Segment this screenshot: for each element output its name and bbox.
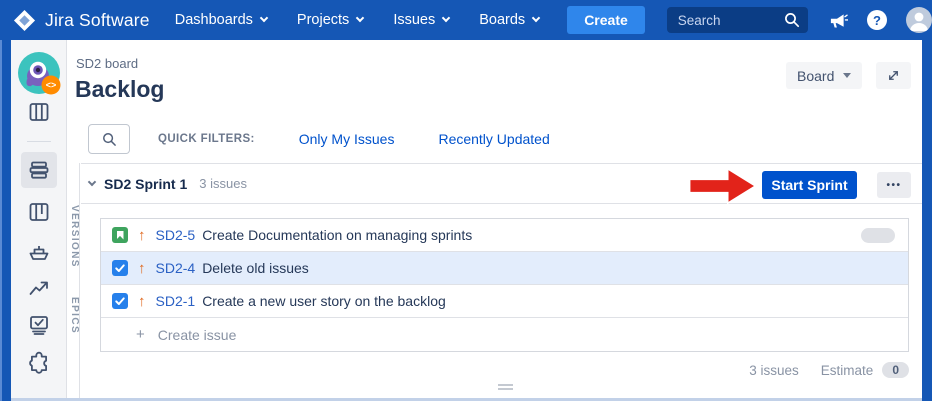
svg-text:<>: <> xyxy=(46,80,57,90)
page-title: Backlog xyxy=(75,76,165,102)
jira-logo[interactable]: Jira Software xyxy=(13,9,150,32)
chevron-down-icon xyxy=(531,13,541,23)
navbar-right-icons: ? xyxy=(829,7,932,33)
resize-handle[interactable] xyxy=(498,384,513,392)
collapse-chevron-icon[interactable] xyxy=(87,177,97,186)
checkbox-checked-icon[interactable] xyxy=(112,293,128,309)
side-rail: VERSIONS EPICS xyxy=(68,163,80,398)
board-dropdown-label: Board xyxy=(797,67,835,84)
nav-item-projects[interactable]: Projects xyxy=(296,12,365,28)
top-navbar: Jira Software Dashboards Projects Issues… xyxy=(0,0,932,40)
breadcrumb[interactable]: SD2 board xyxy=(76,56,138,71)
issue-row[interactable]: ↑ SD2-1 Create a new user story on the bac… xyxy=(101,285,908,318)
chevron-down-icon xyxy=(259,13,269,23)
window-frame-right xyxy=(922,40,932,401)
help-icon[interactable]: ? xyxy=(867,10,887,30)
logo-text: Jira Software xyxy=(45,9,150,30)
sprint-issue-count: 3 issues xyxy=(199,176,247,191)
create-issue-row[interactable]: + Create issue xyxy=(101,318,908,351)
navbar-search[interactable] xyxy=(666,7,808,33)
window-frame-left xyxy=(0,40,11,401)
backlog-icon[interactable] xyxy=(27,158,51,182)
board-icon[interactable] xyxy=(27,100,51,124)
fullscreen-button[interactable] xyxy=(876,62,911,89)
nav-item-label: Projects xyxy=(296,12,350,28)
plus-icon: + xyxy=(136,326,145,343)
nav-menu: Dashboards Projects Issues Boards xyxy=(174,12,541,28)
sidebar-divider xyxy=(27,141,51,142)
estimate-label: Estimate xyxy=(820,362,874,378)
story-type-icon[interactable] xyxy=(112,227,128,243)
issue-summary: Create a new user story on the backlog xyxy=(202,293,446,309)
epics-tab[interactable]: EPICS xyxy=(69,297,80,334)
project-avatar[interactable]: <> xyxy=(17,51,63,97)
main-content: SD2 board Backlog Board QUICK FILTERS: O… xyxy=(68,40,922,398)
caret-down-icon xyxy=(843,73,852,78)
priority-high-icon: ↑ xyxy=(138,292,146,310)
sprint-header: SD2 Sprint 1 3 issues Start Sprint ••• xyxy=(81,164,922,205)
nav-item-label: Issues xyxy=(393,12,436,28)
filter-only-my-issues[interactable]: Only My Issues xyxy=(299,131,395,147)
checkbox-checked-icon[interactable] xyxy=(112,260,128,276)
search-icon xyxy=(785,13,800,28)
priority-high-icon: ↑ xyxy=(138,259,146,277)
filter-recently-updated[interactable]: Recently Updated xyxy=(438,131,549,147)
create-button[interactable]: Create xyxy=(567,6,645,34)
issue-summary: Delete old issues xyxy=(202,260,309,276)
addons-icon[interactable] xyxy=(27,350,51,374)
start-sprint-button[interactable]: Start Sprint xyxy=(762,171,857,199)
sprint-footer: 3 issues Estimate 0 xyxy=(749,362,909,378)
search-icon xyxy=(102,132,116,146)
reports-icon[interactable] xyxy=(27,276,51,300)
nav-item-boards[interactable]: Boards xyxy=(479,12,541,28)
help-glyph: ? xyxy=(873,12,881,28)
user-avatar[interactable] xyxy=(906,7,932,33)
sprint-name: SD2 Sprint 1 xyxy=(104,175,188,192)
issue-key-link[interactable]: SD2-1 xyxy=(156,293,196,309)
project-sidebar: <> xyxy=(11,40,67,398)
versions-tab[interactable]: VERSIONS xyxy=(69,205,80,268)
expand-icon xyxy=(889,71,898,80)
bookmark-glyph xyxy=(116,230,124,240)
issue-summary: Create Documentation on managing sprints xyxy=(202,227,473,243)
priority-high-icon: ↑ xyxy=(138,226,146,244)
issue-row[interactable]: ↑ SD2-4 Delete old issues xyxy=(101,252,908,285)
issues-icon[interactable] xyxy=(27,313,51,337)
chevron-down-icon xyxy=(441,13,451,23)
jira-logo-icon xyxy=(13,9,36,31)
active-sprints-icon[interactable] xyxy=(27,200,51,224)
quick-filters-label: QUICK FILTERS: xyxy=(158,133,255,145)
person-icon xyxy=(910,12,928,31)
announcements-icon[interactable] xyxy=(829,11,848,30)
issue-key-link[interactable]: SD2-4 xyxy=(156,260,196,276)
annotation-arrow-icon xyxy=(688,167,757,205)
quick-filters-bar: QUICK FILTERS: Only My Issues Recently U… xyxy=(88,124,550,154)
estimate-pill xyxy=(861,227,895,243)
nav-item-dashboards[interactable]: Dashboards xyxy=(174,12,269,28)
sprint-menu-button[interactable]: ••• xyxy=(877,172,911,198)
releases-icon[interactable] xyxy=(27,240,51,264)
backlog-panel: SD2 Sprint 1 3 issues Start Sprint ••• ↑… xyxy=(81,163,922,398)
create-issue-label: Create issue xyxy=(157,326,237,343)
nav-item-label: Boards xyxy=(479,12,526,28)
board-dropdown-button[interactable]: Board xyxy=(786,62,863,89)
nav-item-issues[interactable]: Issues xyxy=(393,12,451,28)
backlog-search-box[interactable] xyxy=(88,124,130,154)
estimate-value-badge: 0 xyxy=(882,362,909,378)
chevron-down-icon xyxy=(356,13,365,23)
issue-key-link[interactable]: SD2-5 xyxy=(156,227,196,243)
issue-list: ↑ SD2-5 Create Documentation on managing s… xyxy=(100,218,909,352)
nav-item-label: Dashboards xyxy=(174,12,253,28)
issue-row[interactable]: ↑ SD2-5 Create Documentation on managing s… xyxy=(101,219,908,252)
footer-issue-count: 3 issues xyxy=(749,362,799,378)
